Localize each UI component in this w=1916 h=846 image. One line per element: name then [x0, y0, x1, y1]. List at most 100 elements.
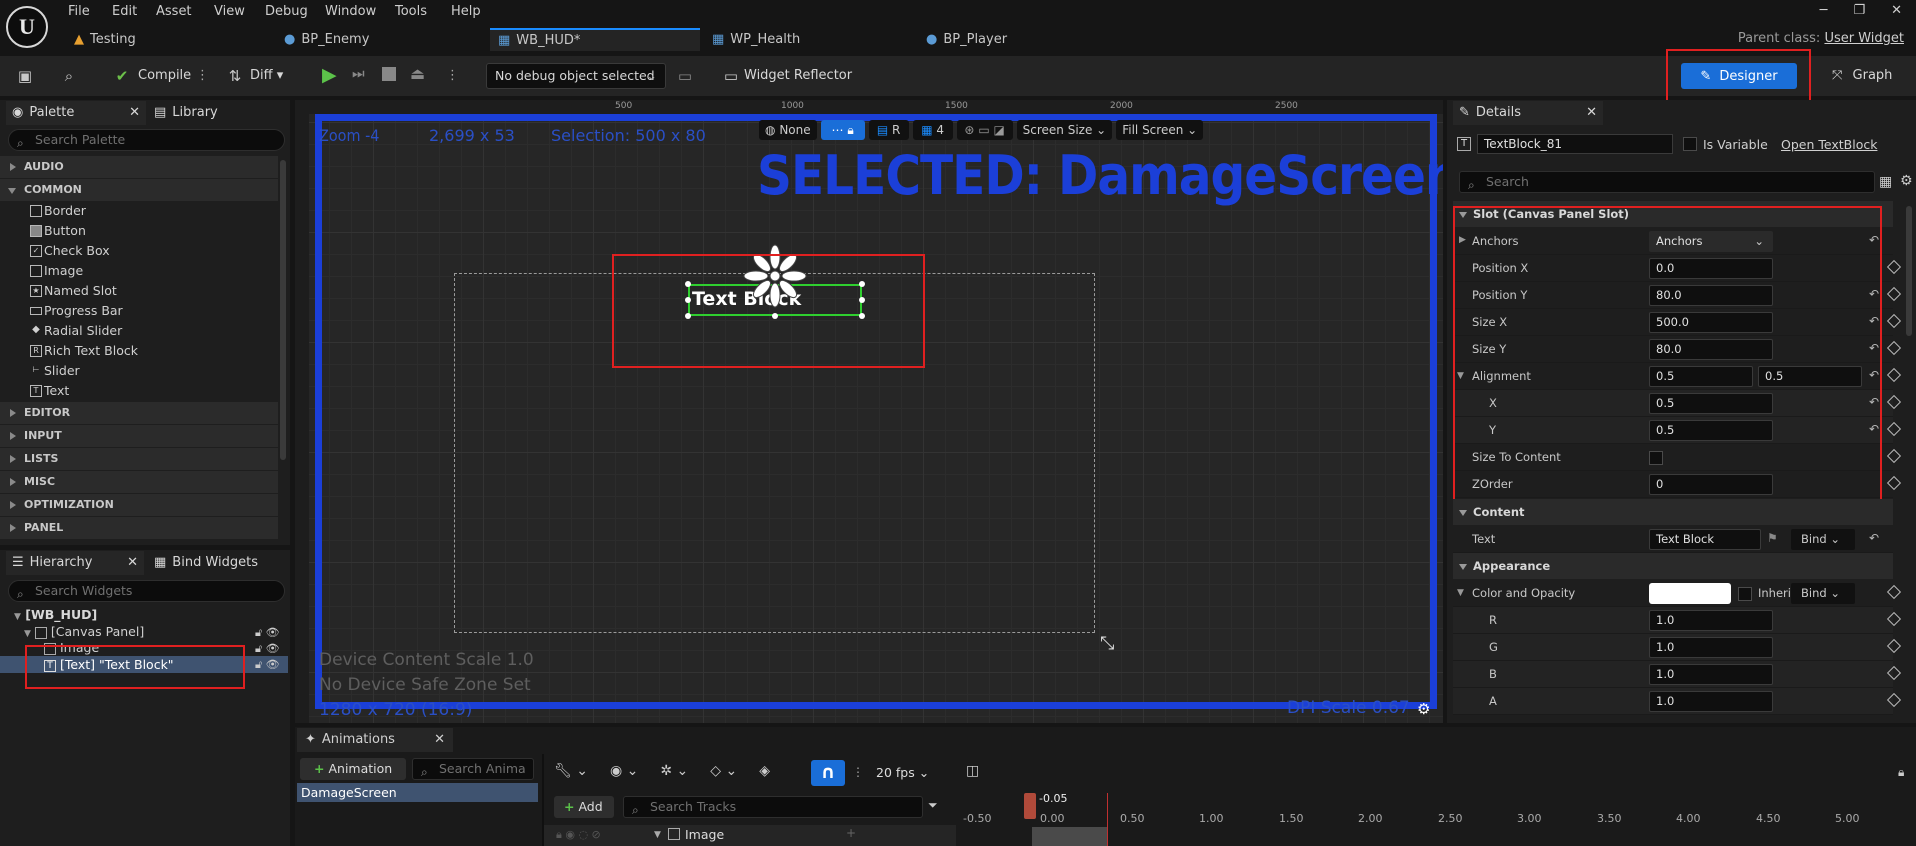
menu-edit[interactable]: Edit: [112, 2, 137, 22]
animation-item-damagescreen[interactable]: DamageScreen: [297, 783, 538, 802]
resize-canvas-icon[interactable]: ⤡: [1100, 633, 1114, 654]
palette-item-rich-text-block[interactable]: R Rich Text Block: [0, 341, 278, 361]
keyframe-options-icon[interactable]: ◇ ⌄: [710, 763, 737, 779]
collapse-icon[interactable]: ▼: [1457, 588, 1464, 598]
inherit-checkbox[interactable]: [1738, 587, 1752, 601]
close-icon[interactable]: ✕: [127, 551, 138, 575]
curve-editor-icon[interactable]: ◫: [966, 763, 979, 779]
compile-button[interactable]: Compile: [138, 68, 191, 83]
tab-details[interactable]: ✎ Details ✕: [1453, 101, 1603, 125]
minimize-icon[interactable]: ─: [1820, 0, 1828, 22]
playback-options-icon[interactable]: ✲ ⌄: [660, 763, 688, 779]
localization-flag-icon[interactable]: ⚑: [1767, 531, 1778, 545]
category-misc[interactable]: MISC: [0, 471, 278, 493]
eye-icon[interactable]: 👁︎: [266, 626, 280, 639]
tree-item-canvas-panel[interactable]: ▼ [Canvas Panel]: [24, 624, 144, 639]
debug-browse-icon[interactable]: ▭: [676, 67, 694, 85]
restore-icon[interactable]: ❐: [1853, 0, 1865, 22]
details-search-input[interactable]: ⌕ Search: [1459, 171, 1875, 193]
fill-screen-dropdown[interactable]: Fill Screen ⌄: [1116, 120, 1204, 140]
menu-help[interactable]: Help: [451, 2, 481, 22]
bind-dropdown[interactable]: Bind ⌄: [1791, 583, 1855, 604]
property-matrix-icon[interactable]: ▦: [1879, 174, 1892, 190]
tab-bp-player[interactable]: ● BP_Player: [926, 28, 1126, 51]
stop-icon[interactable]: [382, 67, 396, 81]
palette-item-named-slot[interactable]: ★ Named Slot: [0, 281, 278, 301]
tab-wp-health[interactable]: ▦ WP_Health: [712, 28, 912, 51]
color-a-input[interactable]: 1.0: [1649, 691, 1773, 712]
tab-hierarchy[interactable]: ☰ Hierarchy ✕: [6, 551, 144, 575]
palette-item-slider[interactable]: ⊢ Slider: [0, 361, 278, 381]
browse-asset-icon[interactable]: ⌕: [60, 67, 78, 85]
snap-options-icon[interactable]: ⋮: [852, 765, 864, 779]
palette-search-input[interactable]: ⌕ Search Palette: [8, 129, 285, 151]
hierarchy-search-input[interactable]: ⌕ Search Widgets: [8, 580, 285, 602]
menu-asset[interactable]: Asset: [156, 2, 192, 22]
widget-name-input[interactable]: TextBlock_81: [1477, 134, 1673, 154]
close-icon[interactable]: ✕: [129, 101, 140, 125]
menu-debug[interactable]: Debug: [265, 2, 308, 22]
grid-size-toggle[interactable]: ▦ 4: [912, 120, 953, 140]
menu-file[interactable]: File: [68, 2, 90, 22]
diff-button[interactable]: Diff ▾: [250, 68, 283, 83]
designer-viewport[interactable]: 500 1000 1500 2000 2500 Zoom -4 2,699 x …: [295, 100, 1443, 723]
track-row-image[interactable]: 🔒︎ ◉ ◌ ⊘ ▼ Image +: [544, 825, 956, 846]
play-icon[interactable]: ▶: [322, 64, 337, 86]
playhead-handle[interactable]: [1024, 793, 1036, 819]
play-options-icon[interactable]: ⋮: [446, 68, 459, 83]
category-panel[interactable]: PANEL: [0, 517, 278, 539]
category-editor[interactable]: EDITOR: [0, 402, 278, 424]
palette-item-image[interactable]: Image: [0, 261, 278, 281]
preview-toggles[interactable]: ⊛ ▭ ◪: [956, 120, 1013, 140]
add-key-icon[interactable]: +: [846, 826, 856, 840]
view-options-icon[interactable]: ◉ ⌄: [610, 763, 638, 779]
widget-reflector-button[interactable]: Widget Reflector: [744, 68, 852, 83]
language-preview[interactable]: ◍ None: [759, 120, 817, 140]
palette-item-text[interactable]: T Text: [0, 381, 278, 401]
auto-key-icon[interactable]: ◈: [759, 763, 770, 779]
palette-item-button[interactable]: Button: [0, 221, 278, 241]
snap-toggle[interactable]: ⋯ 🔒︎: [820, 120, 865, 140]
compile-options-icon[interactable]: ⋮: [196, 68, 209, 83]
menu-window[interactable]: Window: [325, 2, 376, 22]
color-r-input[interactable]: 1.0: [1649, 610, 1773, 631]
palette-item-border[interactable]: Border: [0, 201, 278, 221]
is-variable-checkbox[interactable]: [1683, 137, 1697, 151]
color-b-input[interactable]: 1.0: [1649, 664, 1773, 685]
respect-locks-toggle[interactable]: ▤ R: [868, 120, 909, 140]
expand-icon[interactable]: ▼: [654, 830, 661, 840]
add-animation-button[interactable]: + Animation: [300, 758, 406, 780]
screen-size-dropdown[interactable]: Screen Size ⌄: [1016, 120, 1113, 140]
palette-item-progress-bar[interactable]: Progress Bar: [0, 301, 278, 321]
wrench-icon[interactable]: 🔧︎ ⌄: [554, 763, 588, 779]
search-tracks-input[interactable]: ⌕ Search Tracks: [623, 796, 923, 818]
close-icon[interactable]: ✕: [1586, 101, 1597, 125]
tab-palette[interactable]: ◉ Palette ✕: [6, 101, 146, 125]
diff-icon[interactable]: ⇅: [226, 67, 244, 85]
category-input[interactable]: INPUT: [0, 425, 278, 447]
dpi-settings-gear-icon[interactable]: ⚙: [1417, 700, 1430, 718]
text-value-input[interactable]: Text Block: [1649, 529, 1761, 550]
section-content[interactable]: Content: [1453, 499, 1893, 525]
parent-class-link[interactable]: User Widget: [1824, 31, 1904, 46]
color-swatch[interactable]: [1649, 583, 1731, 604]
step-icon[interactable]: ⏭: [352, 66, 365, 82]
tree-item-root[interactable]: ▼ [WB_HUD]: [14, 607, 97, 622]
category-audio[interactable]: AUDIO: [0, 156, 278, 178]
tab-bind-widgets[interactable]: ▦ Bind Widgets: [150, 551, 288, 575]
close-icon[interactable]: ✕: [434, 728, 445, 752]
lock-icon[interactable]: 🔒︎: [1898, 765, 1904, 780]
tab-animations[interactable]: ✦ Animations ✕: [297, 728, 453, 752]
lock-icon[interactable]: 🔓︎: [255, 642, 262, 655]
bind-dropdown[interactable]: Bind ⌄: [1791, 529, 1855, 550]
debug-object-select[interactable]: No debug object selected ⌄: [486, 63, 666, 89]
widget-reflector-icon[interactable]: ▭: [722, 67, 740, 85]
open-textblock-link[interactable]: Open TextBlock: [1781, 137, 1877, 152]
tab-bp-enemy[interactable]: ● BP_Enemy: [284, 28, 484, 51]
eject-icon[interactable]: ⏏: [410, 64, 425, 83]
category-optimization[interactable]: OPTIMIZATION: [0, 494, 278, 516]
section-appearance[interactable]: Appearance: [1453, 553, 1893, 579]
tab-testing[interactable]: ▲ Testing: [72, 28, 272, 51]
compile-icon[interactable]: ✔: [113, 67, 131, 85]
color-g-input[interactable]: 1.0: [1649, 637, 1773, 658]
